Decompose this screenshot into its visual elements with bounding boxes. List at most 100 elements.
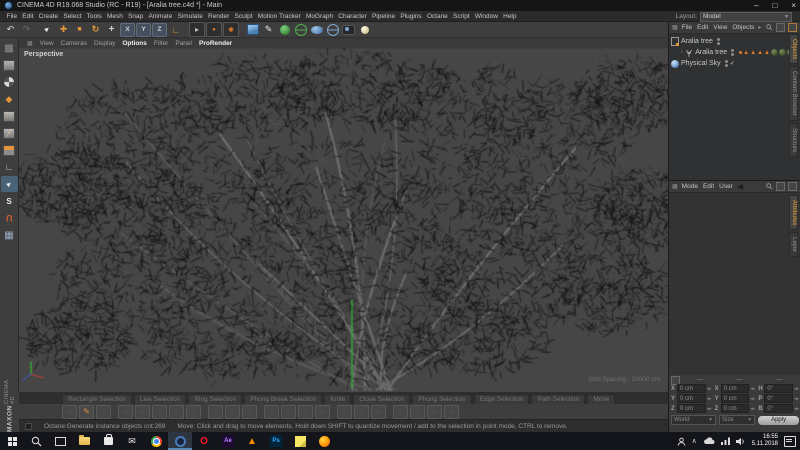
coordinate-system-icon[interactable] <box>168 23 183 37</box>
spinner-icon[interactable]: ◂▸ <box>794 386 799 392</box>
object-row-aralia-tree-child[interactable]: └ Aralia tree ▲ ▲ ▲ ▲ <box>671 47 788 58</box>
search-icon[interactable] <box>766 24 773 31</box>
camera-button[interactable] <box>341 23 356 37</box>
viewport-menu-item-6[interactable]: ProRender <box>199 40 232 47</box>
menubar-item-12[interactable]: MoGraph <box>303 13 335 20</box>
menubar-item-1[interactable]: Edit <box>20 13 36 20</box>
viewport-menu-item-5[interactable]: Panel <box>175 40 192 47</box>
scene-tree-wireframe[interactable] <box>19 48 668 392</box>
last-tool-icon[interactable] <box>104 23 119 37</box>
object-manager-menu-item-3[interactable]: Objects <box>732 24 754 31</box>
modeling-tool-button-3[interactable] <box>118 405 133 419</box>
opera-icon[interactable]: O <box>192 432 216 450</box>
modeling-tool-button-15[interactable] <box>337 405 352 419</box>
start-button[interactable] <box>0 432 24 450</box>
taskbar-clock[interactable]: 16:55 5.11.2018 <box>752 434 778 448</box>
side-tab-layer[interactable]: Layer <box>789 232 798 257</box>
modeling-tool-button-16[interactable] <box>354 405 369 419</box>
tool-tab-4[interactable]: Close Selection <box>353 394 410 404</box>
task-view-button[interactable] <box>48 432 72 450</box>
object-manager-menu-item-1[interactable]: Edit <box>697 24 708 31</box>
tool-tab-6[interactable]: Edge Selection <box>474 394 530 404</box>
spline-pen-button[interactable] <box>261 23 276 37</box>
object-name[interactable]: Physical Sky <box>681 60 721 67</box>
z-axis-lock-button[interactable]: Z <box>152 23 167 37</box>
menubar-item-2[interactable]: Create <box>36 13 61 20</box>
tool-tab-1[interactable]: Ring Selection <box>188 394 242 404</box>
side-tab-content-browser[interactable]: Content Browser <box>789 66 798 121</box>
rotate-tool-icon[interactable] <box>88 23 103 37</box>
modeling-tool-button-8[interactable] <box>208 405 223 419</box>
modeling-tool-button-10[interactable] <box>242 405 257 419</box>
vlc-icon[interactable]: ▲ <box>240 432 264 450</box>
after-effects-icon[interactable]: Ae <box>216 432 240 450</box>
rot-h-field[interactable]: 0° <box>764 384 793 393</box>
network-icon[interactable] <box>721 437 730 445</box>
modeling-tool-button-13[interactable] <box>298 405 313 419</box>
maximize-button[interactable]: □ <box>772 1 777 11</box>
spinner-icon[interactable]: ◂▸ <box>707 406 712 412</box>
make-editable-icon[interactable] <box>1 40 18 56</box>
size-z-field[interactable]: 0 cm <box>721 404 750 413</box>
modeling-tool-button-0[interactable] <box>62 405 77 419</box>
side-tab-structure[interactable]: Structure <box>789 123 798 157</box>
coord-size-select[interactable]: Size▼ <box>719 415 755 425</box>
y-axis-lock-button[interactable]: Y <box>136 23 151 37</box>
tool-tab-8[interactable]: Move <box>587 394 615 404</box>
pos-x-field[interactable]: 0 cm <box>677 384 706 393</box>
deformers-button[interactable] <box>293 23 308 37</box>
points-mode-icon[interactable] <box>1 108 18 124</box>
object-manager-menu-item-2[interactable]: View <box>713 24 727 31</box>
menubar-item-14[interactable]: Pipeline <box>369 13 397 20</box>
tool-tab-5[interactable]: Phong Selection <box>412 394 471 404</box>
pos-z-field[interactable]: 0 cm <box>677 404 706 413</box>
spinner-icon[interactable]: ◂▸ <box>750 406 755 412</box>
menubar-item-13[interactable]: Character <box>336 13 370 20</box>
snap-settings-icon[interactable] <box>1 193 18 209</box>
display-tag-icon[interactable] <box>739 51 742 54</box>
tool-tab-active[interactable]: Rectangle Selection <box>62 394 132 404</box>
menubar-item-8[interactable]: Simulate <box>175 13 205 20</box>
menubar-item-0[interactable]: File <box>4 13 20 20</box>
side-tab-attributes[interactable]: Attributes <box>789 195 798 230</box>
modeling-tool-button-1[interactable] <box>79 405 94 419</box>
workplane-grid-icon[interactable] <box>1 227 18 243</box>
coord-mode-select[interactable]: World▼ <box>671 415 716 425</box>
viewport-menu-item-3[interactable]: Options <box>122 40 147 47</box>
move-tool-icon[interactable] <box>56 23 71 37</box>
menubar-item-10[interactable]: Sculpt <box>232 13 255 20</box>
filter-icon[interactable] <box>776 23 785 32</box>
modeling-tool-button-17[interactable] <box>371 405 386 419</box>
scale-tool-icon[interactable] <box>72 23 87 37</box>
microsoft-store-icon[interactable] <box>96 432 120 450</box>
enable-axis-icon[interactable] <box>1 176 18 192</box>
visibility-dots-icon[interactable] <box>725 60 728 67</box>
menubar-item-19[interactable]: Help <box>501 13 520 20</box>
viewport-menu-item-2[interactable]: Display <box>94 40 115 47</box>
modeling-tool-button-2[interactable] <box>96 405 111 419</box>
attribute-menu-item-1[interactable]: Edit <box>703 183 714 190</box>
workplane-mode-icon[interactable] <box>1 91 18 107</box>
menubar-item-15[interactable]: Plugins <box>398 13 425 20</box>
render-settings-button[interactable] <box>223 22 239 37</box>
viewport-menu-item-4[interactable]: Filter <box>154 40 168 47</box>
modeling-tool-button-21[interactable] <box>444 405 459 419</box>
enabled-check-icon[interactable]: ✓ <box>730 60 735 67</box>
size-x-field[interactable]: 0 cm <box>721 384 750 393</box>
tool-tab-2[interactable]: Phong Break Selection <box>244 394 322 404</box>
octane-tag-icon[interactable]: ▲ <box>757 50 763 56</box>
people-icon[interactable] <box>677 437 686 446</box>
light-button[interactable] <box>357 23 372 37</box>
menubar-item-7[interactable]: Animate <box>146 13 175 20</box>
viewport-menu-item-1[interactable]: Cameras <box>61 40 87 47</box>
visibility-dots-icon[interactable] <box>717 38 720 45</box>
volume-icon[interactable] <box>736 437 746 446</box>
material-tag-icon[interactable] <box>771 49 778 56</box>
environment-button[interactable] <box>309 23 324 37</box>
field-object-button[interactable] <box>325 23 340 37</box>
object-manager-menu-item-0[interactable]: File <box>682 24 692 31</box>
onedrive-cloud-icon[interactable] <box>703 437 715 445</box>
chrome-icon[interactable] <box>144 432 168 450</box>
modeling-tool-button-20[interactable] <box>427 405 442 419</box>
spinner-icon[interactable]: ◂▸ <box>794 396 799 402</box>
